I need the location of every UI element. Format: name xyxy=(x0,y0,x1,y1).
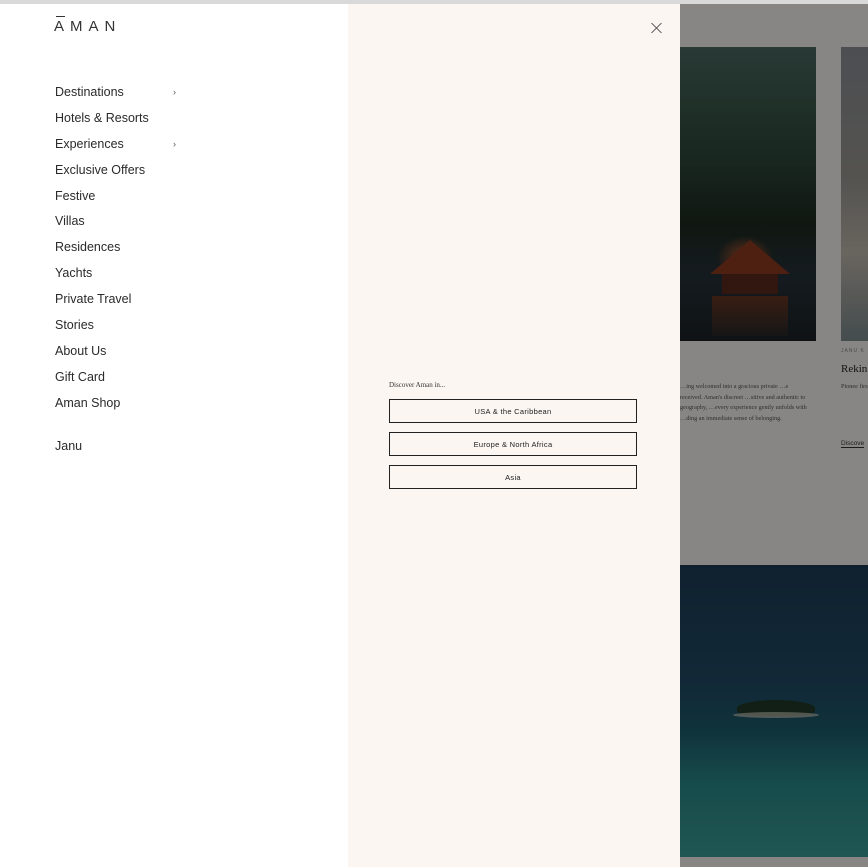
main-nav: Destinations › Hotels & Resorts Experien… xyxy=(55,80,180,417)
nav-item-label: Hotels & Resorts xyxy=(55,110,149,125)
nav-item-label: Private Travel xyxy=(55,292,132,307)
region-button-asia[interactable]: Asia xyxy=(389,465,637,489)
nav-item-yachts[interactable]: Yachts xyxy=(55,261,180,287)
discover-heading: Discover Aman in... xyxy=(389,381,446,389)
nav-item-label: Residences xyxy=(55,240,121,255)
aman-logo[interactable]: AMAN xyxy=(54,18,121,35)
chevron-right-icon: › xyxy=(173,87,176,97)
overlay-dim xyxy=(680,4,868,867)
nav-item-hotels-resorts[interactable]: Hotels & Resorts xyxy=(55,106,180,132)
logo-macron xyxy=(56,16,65,17)
nav-item-label: Experiences xyxy=(55,136,124,151)
nav-item-label: Festive xyxy=(55,188,96,203)
region-button-europe-north-africa[interactable]: Europe & North Africa xyxy=(389,432,637,456)
nav-item-residences[interactable]: Residences xyxy=(55,235,180,261)
nav-item-label: Villas xyxy=(55,214,85,229)
nav-item-stories[interactable]: Stories xyxy=(55,313,180,339)
nav-item-experiences[interactable]: Experiences › xyxy=(55,132,180,158)
close-icon[interactable] xyxy=(649,20,665,36)
nav-item-label: Exclusive Offers xyxy=(55,162,146,177)
nav-item-exclusive-offers[interactable]: Exclusive Offers xyxy=(55,158,180,184)
nav-item-label: Destinations xyxy=(55,85,124,99)
nav-item-villas[interactable]: Villas xyxy=(55,209,180,235)
nav-item-janu[interactable]: Janu xyxy=(55,434,82,458)
nav-item-destinations[interactable]: Destinations › xyxy=(55,80,180,106)
nav-item-label: Gift Card xyxy=(55,369,106,384)
nav-item-about-us[interactable]: About Us xyxy=(55,339,180,365)
nav-item-aman-shop[interactable]: Aman Shop xyxy=(55,391,180,417)
nav-item-festive[interactable]: Festive xyxy=(55,184,180,210)
region-button-usa-caribbean[interactable]: USA & the Caribbean xyxy=(389,399,637,423)
nav-item-label: Stories xyxy=(55,318,94,333)
nav-item-gift-card[interactable]: Gift Card xyxy=(55,365,180,391)
nav-item-label: Yachts xyxy=(55,266,93,281)
chevron-right-icon: › xyxy=(173,138,176,149)
nav-item-label: About Us xyxy=(55,343,107,358)
nav-item-private-travel[interactable]: Private Travel xyxy=(55,287,180,313)
nav-item-label: Aman Shop xyxy=(55,395,121,410)
